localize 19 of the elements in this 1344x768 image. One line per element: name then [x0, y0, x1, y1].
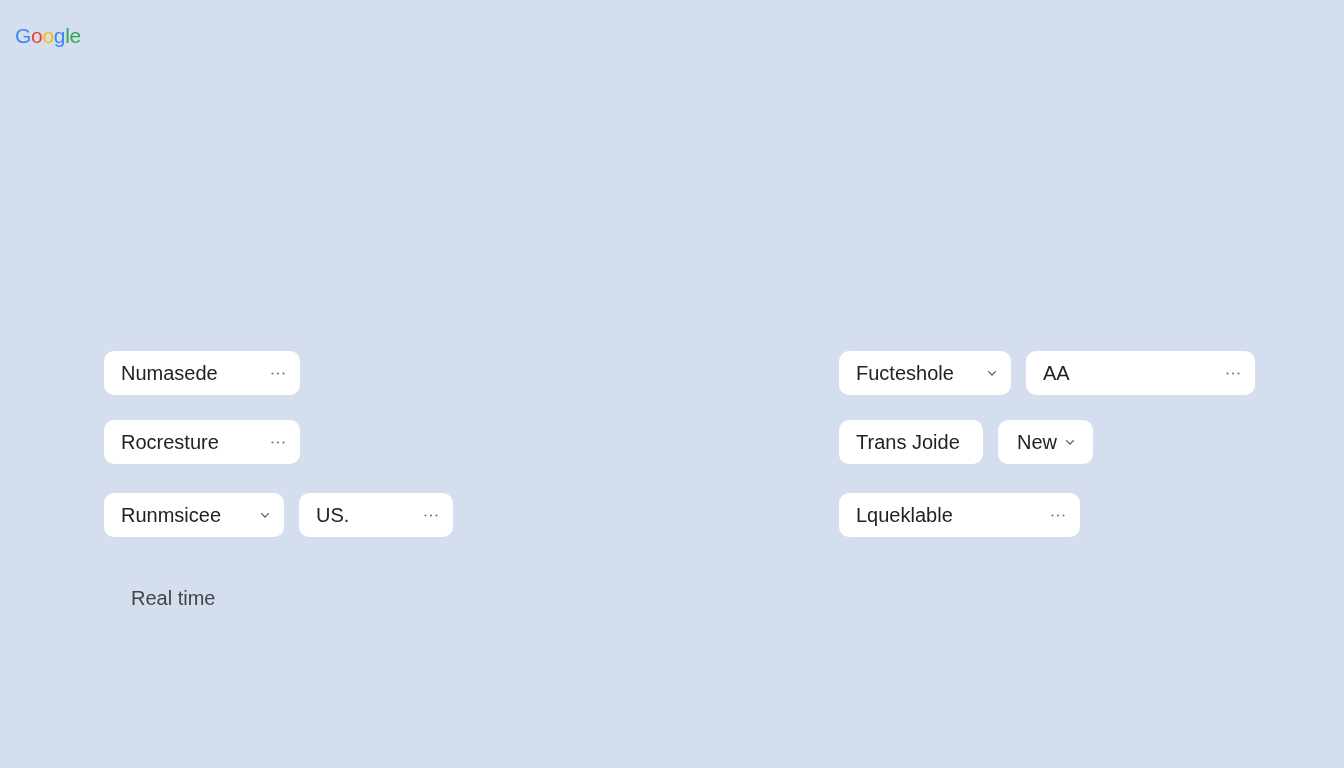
more-dots-icon — [271, 440, 285, 444]
more-dots-icon — [1051, 513, 1065, 517]
dropdown-button[interactable]: Runmsicee — [104, 493, 284, 537]
option-chip[interactable]: AA — [1026, 351, 1255, 395]
chip-button[interactable]: Trans Joide — [839, 420, 983, 464]
caption-text: Real time — [131, 587, 216, 610]
option-chip[interactable]: Numasede — [104, 351, 300, 395]
logo-wordmark: Google — [15, 24, 81, 47]
dropdown-button[interactable]: New — [998, 420, 1093, 464]
more-dots-icon — [424, 513, 438, 517]
chevron-down-icon — [1066, 439, 1074, 445]
option-chip[interactable]: US. — [299, 493, 453, 537]
dropdown-button[interactable]: Fucteshole — [839, 351, 1011, 395]
more-dots-icon — [271, 371, 285, 375]
more-dots-icon — [1226, 371, 1240, 375]
chevron-down-icon — [261, 512, 269, 518]
option-chip[interactable]: Lqueklable — [839, 493, 1080, 537]
chevron-down-icon — [988, 370, 996, 376]
option-chip[interactable]: Rocresture — [104, 420, 300, 464]
